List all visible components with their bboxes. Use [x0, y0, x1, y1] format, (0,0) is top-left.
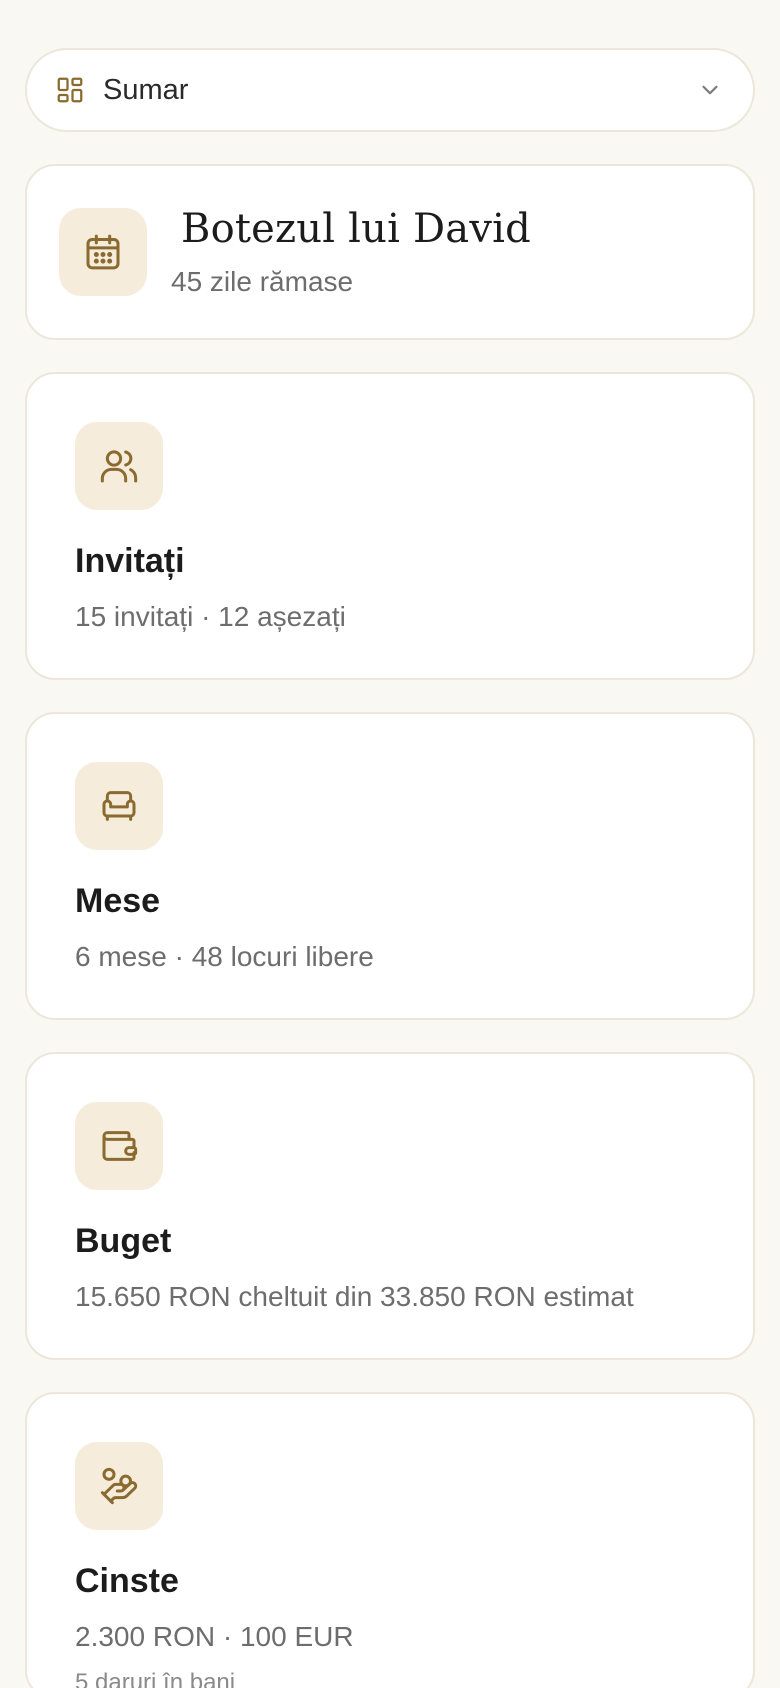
event-countdown: 45 zile rămase: [171, 266, 354, 297]
summary-page: Sumar Botezul lui David 45 zile rămase I…: [0, 0, 780, 1688]
armchair-icon: [75, 762, 163, 850]
tables-title: Mese: [75, 882, 161, 920]
guests-title: Invitați: [75, 542, 185, 580]
calendar-icon: [59, 208, 147, 296]
view-selector-label: Sumar: [103, 73, 189, 106]
gifts-summary: 2.300 RON · 100 EUR: [75, 1621, 354, 1652]
gifts-detail: 5 daruri în bani: [75, 1669, 236, 1688]
gifts-title: Cinste: [75, 1562, 179, 1600]
tables-summary: 6 mese · 48 locuri libere: [75, 941, 374, 972]
event-title: Botezul lui David: [181, 206, 531, 252]
gifts-card[interactable]: Cinste 2.300 RON · 100 EUR 5 daruri în b…: [25, 1392, 755, 1688]
wallet-icon: [75, 1102, 163, 1190]
event-card: Botezul lui David 45 zile rămase: [25, 164, 755, 340]
budget-card[interactable]: Buget 15.650 RON cheltuit din 33.850 RON…: [25, 1052, 755, 1360]
guests-card[interactable]: Invitați 15 invitați · 12 așezați: [25, 372, 755, 680]
tables-card[interactable]: Mese 6 mese · 48 locuri libere: [25, 712, 755, 1020]
hand-coins-icon: [75, 1442, 163, 1530]
budget-summary: 15.650 RON cheltuit din 33.850 RON estim…: [75, 1281, 634, 1312]
chevron-down-icon[interactable]: [697, 77, 723, 103]
dashboard-grid-icon: [55, 75, 85, 105]
budget-title: Buget: [75, 1222, 172, 1260]
guests-summary: 15 invitați · 12 așezați: [75, 601, 346, 632]
view-selector-dropdown[interactable]: Sumar: [25, 48, 755, 132]
users-icon: [75, 422, 163, 510]
